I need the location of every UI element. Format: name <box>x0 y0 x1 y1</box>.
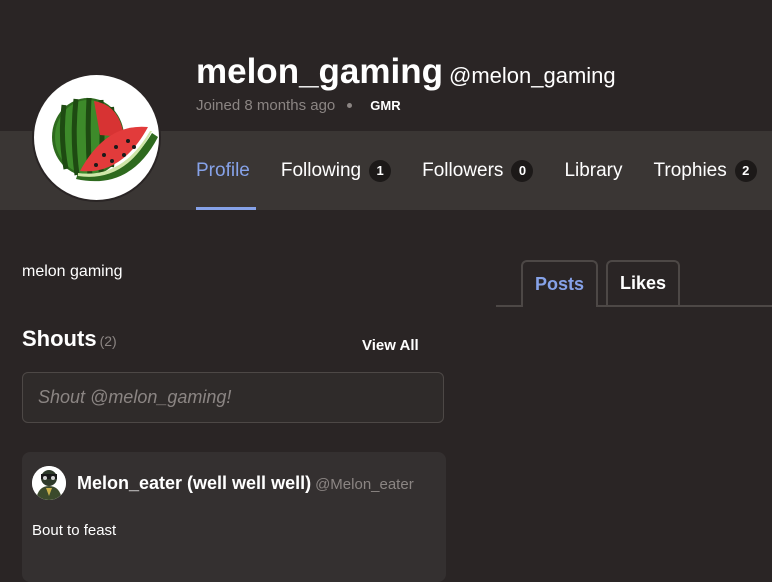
tab-posts[interactable]: Posts <box>521 260 598 307</box>
joined-date: Joined 8 months ago <box>196 97 336 114</box>
tab-followers-label: Followers <box>422 159 504 181</box>
tab-library-label: Library <box>564 159 623 181</box>
tab-trophies-label: Trophies <box>653 159 727 181</box>
display-name: melon_gaming <box>196 52 443 91</box>
profile-username: melon_gaming @melon_gaming <box>196 50 616 98</box>
profile-avatar[interactable] <box>34 75 159 200</box>
shout-input[interactable] <box>22 372 444 423</box>
shouts-count: (2) <box>99 333 117 349</box>
user-avatar-icon <box>32 466 66 500</box>
profile-meta: Joined 8 months ago GMR <box>196 97 401 114</box>
shout-item: Melon_eater (well well well) @Melon_eater… <box>22 452 446 582</box>
view-all-shouts-link[interactable]: View All <box>362 337 419 354</box>
tab-following-label: Following <box>280 159 362 181</box>
shouts-title: Shouts <box>22 326 97 351</box>
profile-tabs: Profile Following 1 Followers 0 Library … <box>196 131 772 210</box>
shout-author-avatar[interactable] <box>32 466 66 500</box>
tab-likes[interactable]: Likes <box>606 260 680 305</box>
trophies-count: 2 <box>734 159 757 182</box>
profile-handle: @melon_gaming <box>448 63 616 88</box>
profile-badge[interactable]: GMR <box>370 98 400 113</box>
tab-trophies[interactable]: Trophies 2 <box>654 131 757 210</box>
watermelon-icon <box>52 97 158 182</box>
shout-author-name[interactable]: Melon_eater (well well well) <box>77 473 311 493</box>
separator-dot <box>347 103 353 108</box>
tab-profile[interactable]: Profile <box>196 131 256 210</box>
shouts-heading: Shouts (2) <box>22 326 117 352</box>
following-count: 1 <box>369 159 392 182</box>
feed-tabs: Posts Likes <box>496 260 772 307</box>
tab-library[interactable]: Library <box>564 131 622 210</box>
shout-author: Melon_eater (well well well) @Melon_eater <box>77 473 414 494</box>
shout-author-handle: @Melon_eater <box>315 476 414 493</box>
tab-followers[interactable]: Followers 0 <box>422 131 534 210</box>
tab-following[interactable]: Following 1 <box>280 131 392 210</box>
shout-text: Bout to feast <box>32 522 117 539</box>
profile-bio: melon gaming <box>22 263 123 280</box>
followers-count: 0 <box>511 159 534 182</box>
tab-profile-label: Profile <box>196 159 250 181</box>
